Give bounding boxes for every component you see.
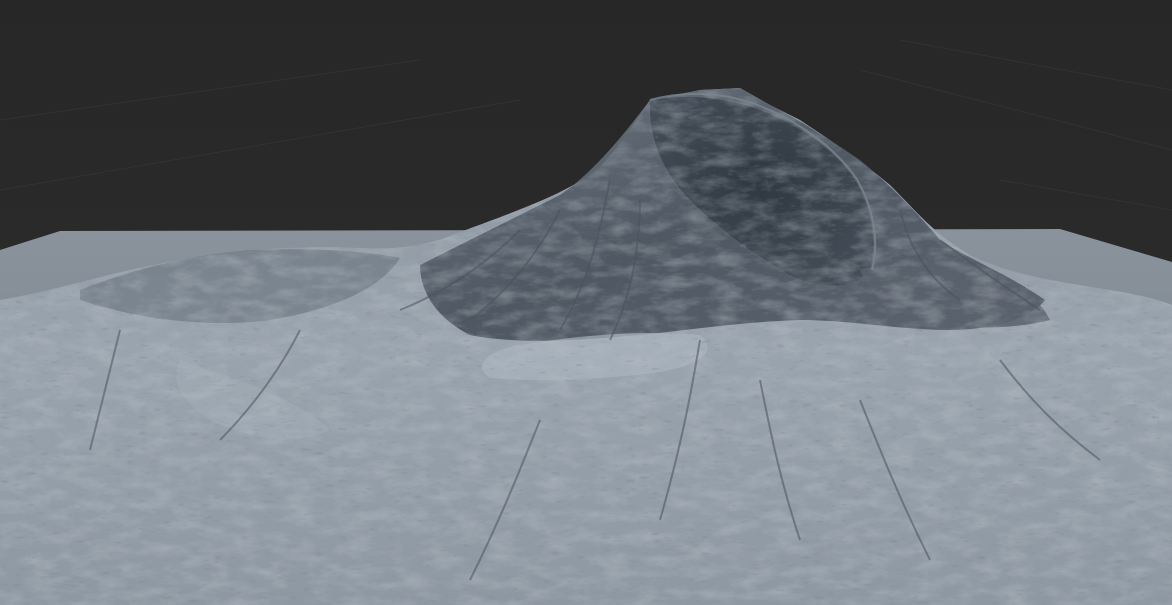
3d-viewport[interactable] (0, 0, 1172, 605)
terrain-render[interactable] (0, 0, 1172, 605)
